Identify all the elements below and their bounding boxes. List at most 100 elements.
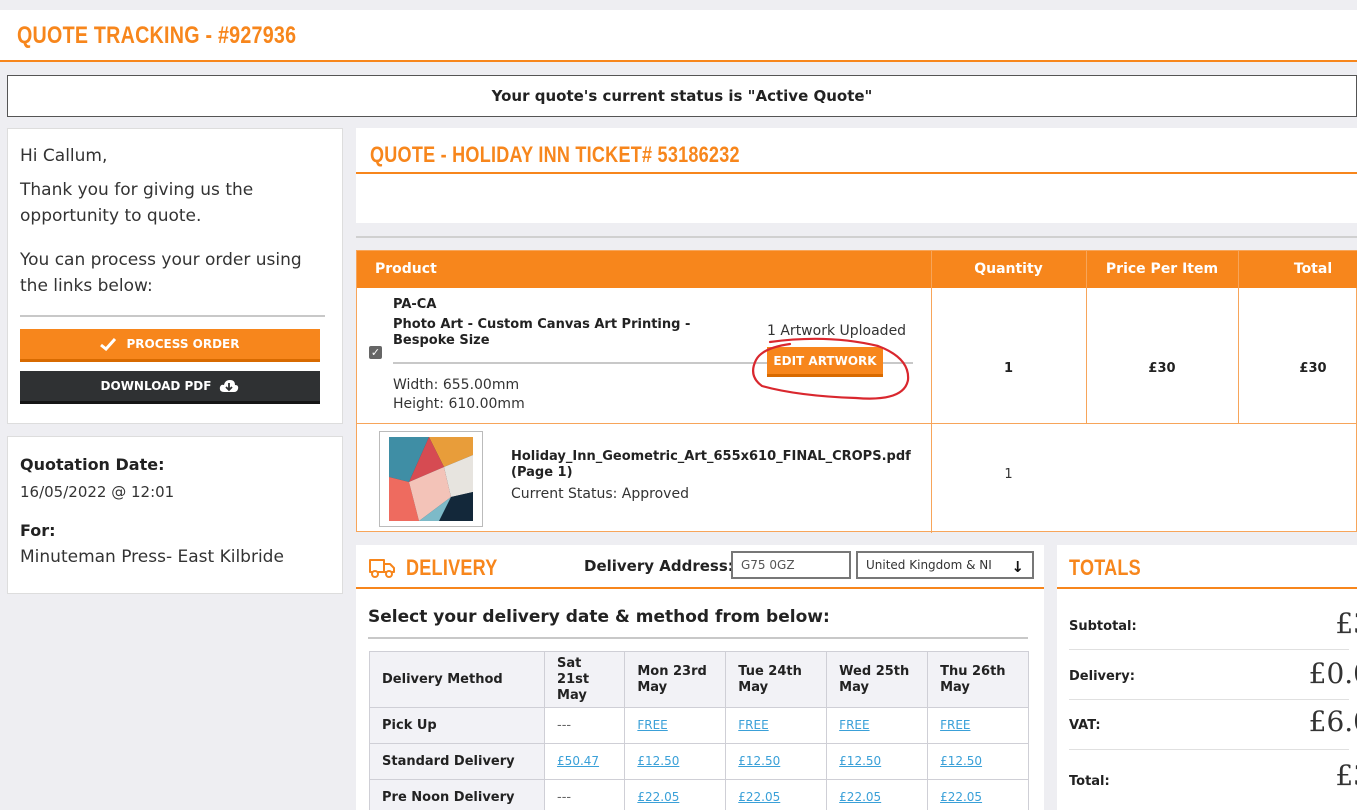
totals-title-underline <box>1057 587 1357 589</box>
product-name-line1: Photo Art - Custom Canvas Art Printing - <box>393 317 691 332</box>
product-height: Height: 610.00mm <box>393 396 525 412</box>
header-quantity: Quantity <box>974 261 1043 277</box>
delivery-option-cell: FREE <box>927 707 1029 744</box>
product-quantity: 1 <box>1003 361 1014 376</box>
artwork-file-page: (Page 1) <box>511 465 573 480</box>
delivery-option-link[interactable]: £22.05 <box>637 790 679 804</box>
download-pdf-label: DOWNLOAD PDF <box>100 379 212 393</box>
column-divider <box>931 251 932 533</box>
delivery-options-table: Delivery Method Sat 21st May Mon 23rd Ma… <box>368 651 1029 810</box>
checkbox-checked-icon[interactable]: ✓ <box>369 346 382 359</box>
download-pdf-button[interactable]: DOWNLOAD PDF <box>20 371 320 404</box>
delivery-option-link[interactable]: £12.50 <box>637 754 679 768</box>
divider <box>356 236 1357 238</box>
delivery-panel: DELIVERY Delivery Address: United Kingdo… <box>356 545 1044 810</box>
delivery-option-unavailable: --- <box>544 707 626 744</box>
quote-title: QUOTE - HOLIDAY INN TICKET# 53186232 <box>370 142 740 167</box>
divider <box>20 315 325 317</box>
header-delivery-method: Delivery Method <box>368 651 546 708</box>
greeting-instruction: You can process your order using the lin… <box>20 250 302 296</box>
subtotal-value: £3 <box>1335 607 1357 640</box>
delivery-option-cell: FREE <box>624 707 727 744</box>
delivery-method: Standard Delivery <box>368 743 546 780</box>
product-table-header: Product Quantity Price Per Item Total <box>357 251 1357 288</box>
header-date: Thu 26th May <box>927 651 1029 708</box>
page-title: QUOTE TRACKING - #927936 <box>17 22 297 49</box>
delivery-method: Pick Up <box>368 707 546 744</box>
delivery-option-cell: £50.47 <box>544 743 626 780</box>
header-date: Sat 21st May <box>544 651 626 708</box>
divider <box>1069 699 1349 700</box>
delivery-option-cell: £12.50 <box>826 743 929 780</box>
subtotal-label: Subtotal: <box>1069 619 1137 634</box>
delivery-option-cell: £12.50 <box>927 743 1029 780</box>
delivery-option-link[interactable]: FREE <box>637 718 667 732</box>
artwork-thumbnail[interactable] <box>379 431 483 527</box>
total-label: Total: <box>1069 774 1110 789</box>
delivery-option-cell: FREE <box>826 707 929 744</box>
header-date: Wed 25th May <box>826 651 929 708</box>
artwork-quantity: 1 <box>1004 467 1013 482</box>
delivery-option-cell: FREE <box>725 707 828 744</box>
column-divider <box>1238 251 1239 423</box>
delivery-option-link[interactable]: £22.05 <box>738 790 780 804</box>
delivery-option-cell: £22.05 <box>624 779 727 810</box>
table-row: Standard Delivery £50.47 £12.50 £12.50 £… <box>368 743 1029 780</box>
cloud-download-icon <box>220 380 239 392</box>
quotation-date-value: 16/05/2022 @ 12:01 <box>20 483 175 501</box>
artwork-file-name-line1: Holiday_Inn_Geometric_Art_655x610_FINAL_… <box>511 449 911 464</box>
delivery-option-cell: £12.50 <box>725 743 828 780</box>
product-width: Width: 655.00mm <box>393 377 520 393</box>
delivery-option-link[interactable]: £22.05 <box>839 790 881 804</box>
arrow-down-icon: ↓ <box>1011 558 1024 576</box>
header-product: Product <box>375 261 437 277</box>
product-code: PA-CA <box>393 297 437 312</box>
table-row: Pre Noon Delivery --- £22.05 £22.05 £22.… <box>368 779 1029 810</box>
quotation-info-panel: Quotation Date: 16/05/2022 @ 12:01 For: … <box>7 436 343 594</box>
delivery-option-link[interactable]: £50.47 <box>557 754 599 768</box>
header-total: Total <box>1293 261 1333 277</box>
delivery-option-link[interactable]: FREE <box>940 718 970 732</box>
check-icon <box>100 337 117 351</box>
divider <box>368 637 1028 639</box>
header-price-per-item: Price Per Item <box>1105 261 1219 277</box>
greeting-thanks: Thank you for giving us the opportunity … <box>20 180 254 226</box>
delivery-option-cell: £12.50 <box>624 743 727 780</box>
process-order-label: PROCESS ORDER <box>126 337 240 351</box>
product-total: £30 <box>1299 361 1327 376</box>
delivery-subtitle: Select your delivery date & method from … <box>368 607 830 627</box>
artwork-status: Current Status: Approved <box>511 486 689 502</box>
header-date: Tue 24th May <box>725 651 828 708</box>
delivery-option-link[interactable]: £12.50 <box>940 754 982 768</box>
divider <box>1069 749 1349 750</box>
country-select[interactable]: United Kingdom & NI ↓ <box>856 551 1034 579</box>
delivery-option-link[interactable]: FREE <box>738 718 768 732</box>
totals-panel: TOTALS Subtotal: £3 Delivery: £0.0 VAT: … <box>1057 545 1357 810</box>
greeting-panel: Hi Callum, Thank you for giving us the o… <box>7 128 343 424</box>
delivery-option-unavailable: --- <box>544 779 626 810</box>
delivery-option-link[interactable]: £22.05 <box>940 790 982 804</box>
quote-title-panel: QUOTE - HOLIDAY INN TICKET# 53186232 <box>356 128 1357 223</box>
greeting-hello: Hi Callum, <box>20 146 108 166</box>
row-divider <box>357 423 1357 424</box>
artwork-preview-image <box>389 437 473 521</box>
delivery-address-label: Delivery Address: <box>584 557 734 575</box>
header-date: Mon 23rd May <box>624 651 727 708</box>
process-order-button[interactable]: PROCESS ORDER <box>20 329 320 362</box>
for-label: For: <box>20 521 56 540</box>
delivery-option-link[interactable]: FREE <box>839 718 869 732</box>
delivery-option-link[interactable]: £12.50 <box>738 754 780 768</box>
delivery-title-underline <box>356 587 1044 589</box>
delivery-option-cell: £22.05 <box>725 779 828 810</box>
delivery-option-cell: £22.05 <box>927 779 1029 810</box>
table-row: Pick Up --- FREE FREE FREE FREE <box>368 707 1029 744</box>
for-value: Minuteman Press- East Kilbride <box>20 547 284 567</box>
delivery-option-link[interactable]: £12.50 <box>839 754 881 768</box>
vat-label: VAT: <box>1069 718 1101 733</box>
postcode-input[interactable] <box>731 551 851 579</box>
product-price: £30 <box>1148 361 1176 376</box>
vat-value: £6.0 <box>1308 705 1357 738</box>
delivery-cost-label: Delivery: <box>1069 669 1135 684</box>
delivery-method: Pre Noon Delivery <box>368 779 546 810</box>
status-banner: Your quote's current status is "Active Q… <box>7 75 1357 117</box>
